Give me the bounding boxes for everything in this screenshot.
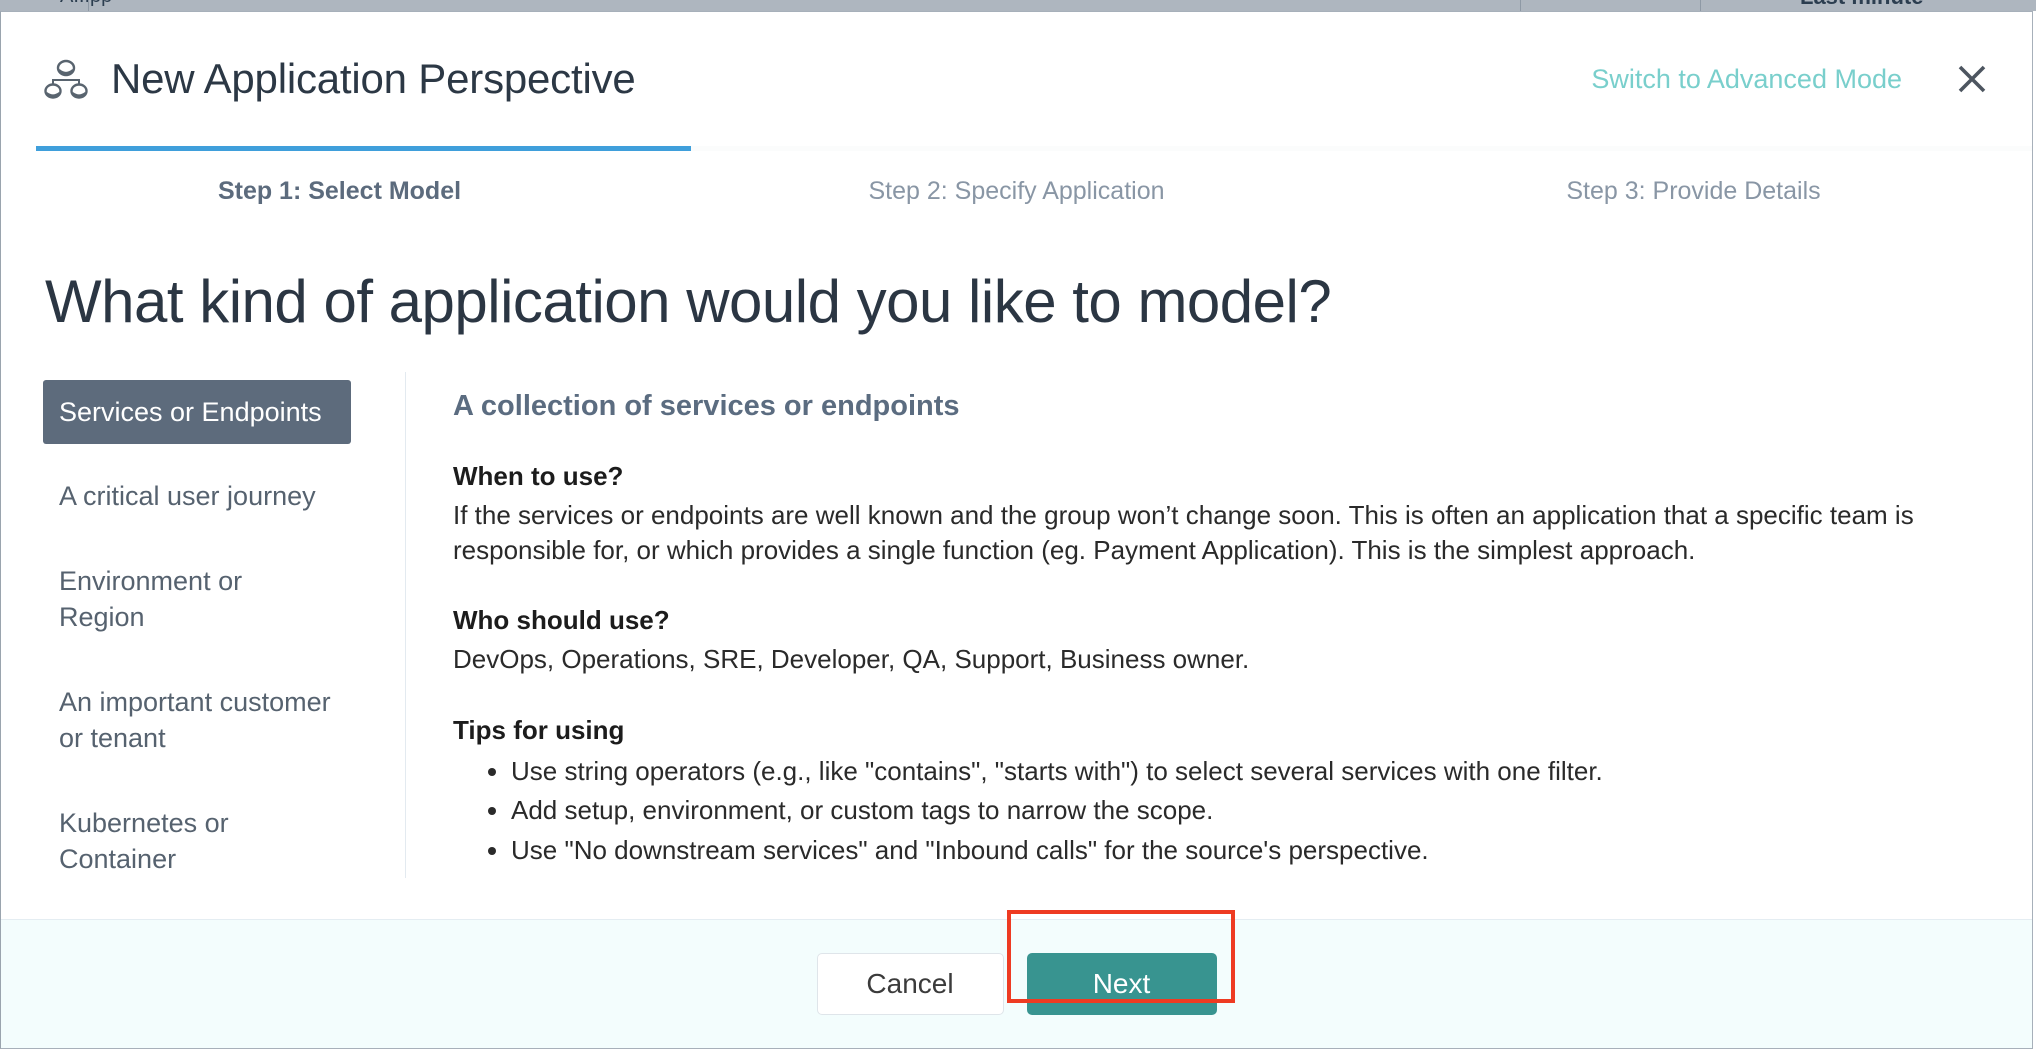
model-item-environment-or-region[interactable]: Environment or Region xyxy=(43,549,351,650)
dialog-header-right: Switch to Advanced Mode xyxy=(1591,59,1992,99)
background-text-right: Last minute xyxy=(1800,0,1923,8)
stepper-labels: Step 1: Select Model Step 2: Specify App… xyxy=(1,151,2032,231)
background-divider xyxy=(1700,0,1701,11)
wizard-step-1[interactable]: Step 1: Select Model xyxy=(1,151,678,231)
page-root: A...pp Last minute xyxy=(0,0,2036,1056)
tip-item: Use string operators (e.g., like "contai… xyxy=(511,754,1972,789)
page-title: What kind of application would you like … xyxy=(45,268,1332,335)
model-selection-area: Services or Endpoints A critical user jo… xyxy=(1,372,2032,878)
new-application-perspective-dialog: New Application Perspective Switch to Ad… xyxy=(0,11,2033,1049)
tip-item: Use "All downstream services" and "All c… xyxy=(511,872,1972,878)
wizard-step-2[interactable]: Step 2: Specify Application xyxy=(678,151,1355,231)
close-icon[interactable] xyxy=(1952,59,1992,99)
cancel-button[interactable]: Cancel xyxy=(816,953,1004,1015)
model-detail-pane: A collection of services or endpoints Wh… xyxy=(406,372,2032,878)
tips-for-using-heading: Tips for using xyxy=(453,714,625,745)
wizard-stepper: Step 1: Select Model Step 2: Specify App… xyxy=(1,146,2032,231)
background-divider xyxy=(88,0,89,11)
model-item-important-customer-or-tenant[interactable]: An important customer or tenant xyxy=(43,670,351,771)
background-strip-inner: A...pp Last minute xyxy=(0,0,2036,11)
model-item-kubernetes-or-container[interactable]: Kubernetes or Container xyxy=(43,791,351,878)
detail-title: A collection of services or endpoints xyxy=(453,390,960,422)
dialog-footer: Cancel Next xyxy=(1,910,2032,1048)
tips-list: Use string operators (e.g., like "contai… xyxy=(453,754,1972,878)
dialog-header-left: New Application Perspective xyxy=(43,55,636,103)
who-should-use-heading: Who should use? xyxy=(453,605,670,636)
when-to-use-body: If the services or endpoints are well kn… xyxy=(453,500,1914,565)
next-button[interactable]: Next xyxy=(1026,953,1217,1015)
application-hierarchy-icon xyxy=(43,56,89,102)
who-should-use-body: DevOps, Operations, SRE, Developer, QA, … xyxy=(453,644,1250,675)
when-to-use-heading: When to use? xyxy=(453,461,624,491)
wizard-step-3[interactable]: Step 3: Provide Details xyxy=(1355,151,2032,231)
model-item-critical-user-journey[interactable]: A critical user journey xyxy=(43,464,351,528)
dialog-header: New Application Perspective Switch to Ad… xyxy=(1,12,2032,146)
background-page-strip: A...pp Last minute xyxy=(0,0,2036,11)
dialog-body: What kind of application would you like … xyxy=(1,231,2032,919)
model-item-services-or-endpoints[interactable]: Services or Endpoints xyxy=(43,380,351,445)
model-type-list[interactable]: Services or Endpoints A critical user jo… xyxy=(1,372,406,878)
switch-to-advanced-mode-link[interactable]: Switch to Advanced Mode xyxy=(1591,64,1902,95)
tip-item: Add setup, environment, or custom tags t… xyxy=(511,793,1972,828)
background-divider xyxy=(1520,0,1521,11)
background-text-left: A...pp xyxy=(60,0,112,6)
dialog-title: New Application Perspective xyxy=(111,55,636,102)
tip-item: Use "No downstream services" and "Inboun… xyxy=(511,833,1972,868)
